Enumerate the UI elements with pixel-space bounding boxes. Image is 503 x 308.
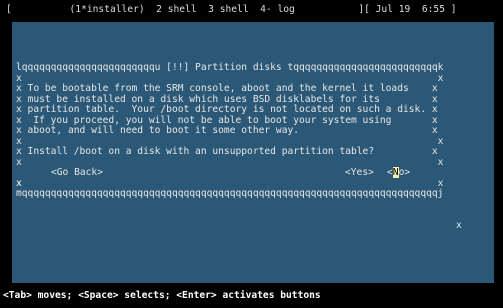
dialog-buttons-row: x <Go Back> <Yes> <No> x (16, 167, 468, 230)
terminal-screen: [ (1*installer) 2 shell 3 shell 4- log ]… (0, 0, 503, 308)
tmux-status-line: [ (1*installer) 2 shell 3 shell 4- log ]… (6, 4, 457, 15)
dialog-title-border: lqqqqqqqqqqqqqqqqqqqqqqqu [!!] Partition… (16, 62, 444, 73)
dialog-bottom-border: mqqqqqqqqqqqqqqqqqqqqqqqqqqqqqqqqqqqqqqq… (16, 188, 444, 199)
no-button-prefix: < (387, 167, 393, 178)
no-button-suffix: o> (398, 167, 411, 178)
partition-disks-dialog: lqqqqqqqqqqqqqqqqqqqqqqqu [!!] Partition… (16, 62, 468, 247)
no-button[interactable]: <No> (387, 167, 411, 179)
keyboard-help-footer: <Tab> moves; <Space> selects; <Enter> ac… (3, 290, 321, 301)
dialog-line-5: x aboot, and will need to boot it some o… (16, 125, 438, 136)
go-back-button[interactable]: <Go Back> (51, 167, 103, 179)
dialog-line-1: x To be bootable from the SRM console, a… (16, 83, 438, 94)
dialog-question-line: x Install /boot on a disk with an unsupp… (16, 146, 438, 157)
yes-button[interactable]: <Yes> (345, 167, 374, 179)
dialog-border-right: x (456, 219, 462, 231)
dialog-line-3: x partition table. Your /boot directory … (16, 104, 438, 115)
tmux-status-bar: [ (1*installer) 2 shell 3 shell 4- log ]… (0, 0, 503, 22)
